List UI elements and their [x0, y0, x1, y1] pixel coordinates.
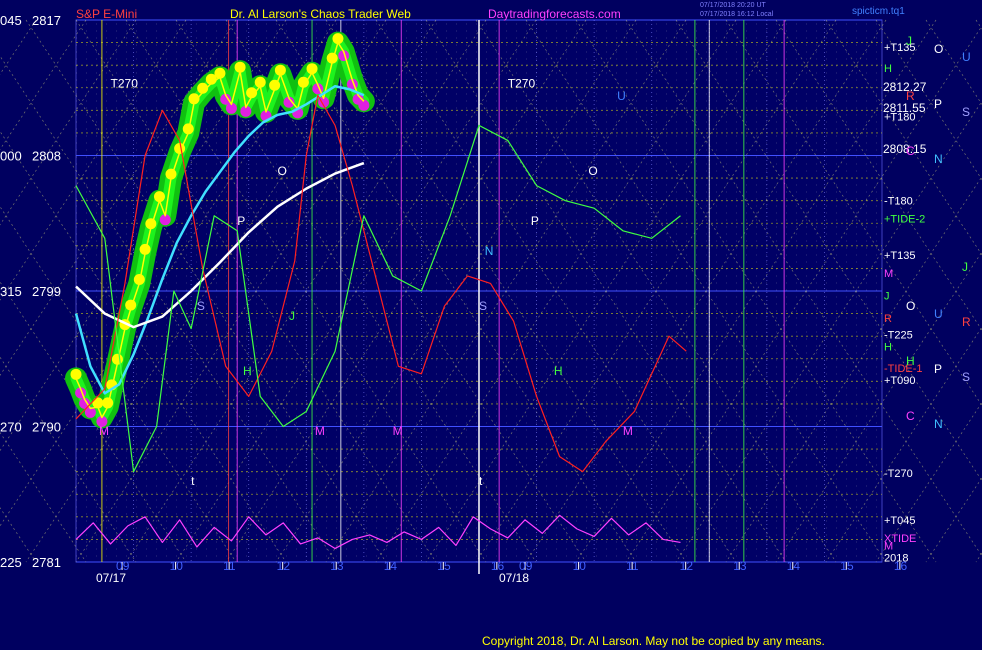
in-chart-label: O — [588, 164, 597, 178]
planet-letter: J — [962, 260, 968, 274]
y-tick-label: 2817 — [32, 13, 61, 28]
in-chart-label: M — [393, 424, 403, 438]
y-tick-label: 2808 — [32, 149, 61, 164]
copyright: Copyright 2018, Dr. Al Larson. May not b… — [482, 634, 825, 648]
planet-letter: H — [906, 354, 915, 368]
planet-letter: J — [906, 34, 912, 48]
planet-letter: R — [906, 89, 915, 103]
planet-letter: S — [962, 370, 970, 384]
y-tick-label: 2799 — [32, 284, 61, 299]
in-chart-label: S — [479, 299, 487, 313]
right-label: +T090 — [884, 375, 916, 387]
y-tick-prefix: 315 — [0, 284, 22, 299]
in-chart-label: H — [243, 364, 252, 378]
planet-letter: S — [962, 105, 970, 119]
right-label: R — [884, 313, 892, 325]
planet-letter: U — [962, 50, 971, 64]
right-label: M — [884, 268, 893, 280]
in-chart-label: S — [197, 299, 205, 313]
planet-letter: U — [934, 307, 943, 321]
x-tick-label: 11 — [626, 559, 639, 573]
x-tick-label: 13 — [733, 559, 747, 573]
date-label: 07/18 — [499, 571, 529, 585]
planet-letter: O — [934, 42, 943, 56]
price-marker — [358, 99, 370, 111]
planet-letter: P — [934, 362, 942, 376]
brand-label: spicticm.tq1 — [852, 6, 905, 17]
planet-letter: C — [906, 144, 915, 158]
x-tick-label: 13 — [330, 559, 344, 573]
y-tick-label: 2781 — [32, 555, 61, 570]
y-tick-prefix: 000 — [0, 149, 22, 164]
chart-title: Dr. Al Larson's Chaos Trader Web — [230, 7, 411, 21]
in-chart-label: M — [315, 424, 325, 438]
in-chart-label: M — [623, 424, 633, 438]
x-tick-label: 10 — [170, 559, 184, 573]
x-tick-label: 15 — [437, 559, 451, 573]
x-tick-label: 12 — [277, 559, 291, 573]
in-chart-label: O — [278, 164, 287, 178]
planet-letter: O — [906, 299, 915, 313]
in-chart-label: P — [531, 214, 539, 228]
chart-symbol: S&P E-Mini — [76, 7, 137, 21]
right-label: +T045 — [884, 515, 916, 527]
right-label: +TIDE-2 — [884, 214, 925, 226]
x-tick-label: 15 — [840, 559, 854, 573]
in-chart-label: J — [289, 309, 295, 323]
y-tick-prefix: 225 — [0, 555, 22, 570]
planet-letter: R — [962, 315, 971, 329]
right-label: -T270 — [884, 468, 913, 480]
in-chart-label: T270 — [508, 77, 536, 91]
in-chart-label: T270 — [111, 77, 139, 91]
right-label: -T225 — [884, 330, 913, 342]
lattice-line — [975, 552, 982, 563]
right-label: +T135 — [884, 250, 916, 262]
timestamp-ut: 07/17/2018 20:20 UT — [700, 2, 766, 9]
x-tick-label: 10 — [573, 559, 587, 573]
x-tick-label: 14 — [787, 559, 801, 573]
in-chart-label: H — [554, 364, 563, 378]
site-name: Daytradingforecasts.com — [488, 7, 621, 21]
right-label: -TIDE-1 — [884, 363, 923, 375]
in-chart-label: P — [237, 214, 245, 228]
right-label: -T180 — [884, 196, 913, 208]
in-chart-label: N — [485, 244, 494, 258]
date-label: 07/17 — [96, 571, 126, 585]
right-label: J — [884, 291, 890, 303]
planet-letter: P — [934, 97, 942, 111]
y-tick-label: 2790 — [32, 420, 61, 435]
right-label: 2018 — [884, 552, 908, 564]
y-tick-prefix: 045 — [0, 13, 22, 28]
x-tick-label: 14 — [384, 559, 398, 573]
planet-letter: C — [906, 409, 915, 423]
right-label: M — [884, 540, 893, 552]
x-tick-label: 11 — [223, 559, 236, 573]
planet-letter: N — [934, 152, 943, 166]
price-label: 2808.15 — [883, 142, 927, 156]
x-tick-label: 12 — [680, 559, 694, 573]
in-chart-label: M — [99, 424, 109, 438]
right-label: H — [884, 342, 892, 354]
price-marker — [70, 368, 82, 380]
in-chart-label: U — [617, 89, 626, 103]
chart-svg: 045 2817000 2808315 2799270 2790225 2781 09 10 1… — [0, 2, 982, 585]
price-label: 2812.27 — [883, 80, 927, 94]
lattice-line — [975, 19, 982, 30]
right-label: H — [884, 63, 892, 75]
timestamp-local: 07/17/2018 16:12 Local — [700, 11, 774, 18]
y-tick-prefix: 270 — [0, 420, 22, 435]
right-label: +T180 — [884, 111, 916, 123]
planet-letter: N — [934, 417, 943, 431]
